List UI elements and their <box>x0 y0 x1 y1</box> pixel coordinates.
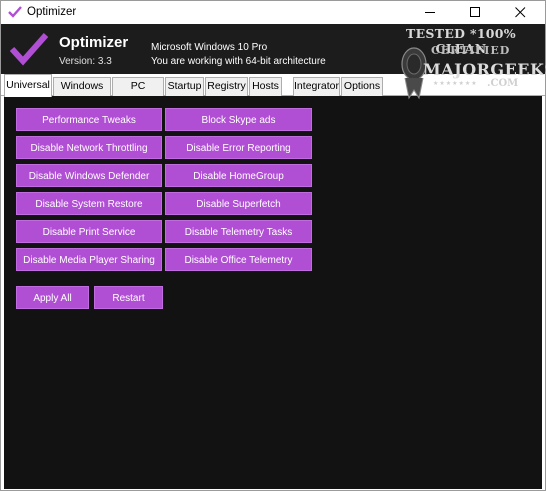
badge-certified-text: CERTIFIED <box>431 44 511 57</box>
disable-superfetch-button[interactable]: Disable Superfetch <box>165 192 312 215</box>
tab-hosts[interactable]: Hosts <box>249 77 282 96</box>
tab-windows-10[interactable]: Windows 10 <box>53 77 111 109</box>
universal-tab-panel: Performance Tweaks Disable Network Throt… <box>4 96 542 489</box>
maximize-button[interactable] <box>453 1 498 24</box>
window-title: Optimizer <box>27 6 77 18</box>
maximize-icon <box>470 7 480 17</box>
tab-startup[interactable]: Startup <box>165 77 204 96</box>
badge-com-text: .COM <box>487 78 519 89</box>
tab-universal[interactable]: Universal <box>4 74 52 97</box>
majorgeeks-badge: TESTED *100% CLEAN CERTIFIED MAJORGEEKS … <box>393 26 546 130</box>
disable-telemetry-tasks-button[interactable]: Disable Telemetry Tasks <box>165 220 312 243</box>
tab-registry[interactable]: Registry <box>205 77 248 96</box>
title-bar[interactable]: Optimizer <box>1 1 545 24</box>
performance-tweaks-button[interactable]: Performance Tweaks <box>16 108 162 131</box>
block-skype-ads-button[interactable]: Block Skype ads <box>165 108 312 131</box>
logo-check-icon <box>9 33 49 66</box>
minimize-button[interactable] <box>408 1 453 24</box>
app-name: Optimizer <box>59 34 129 51</box>
close-icon <box>515 7 526 18</box>
os-name: Microsoft Windows 10 Pro <box>151 42 268 53</box>
disable-print-service-button[interactable]: Disable Print Service <box>16 220 162 243</box>
app-check-icon <box>8 6 22 18</box>
apply-all-button[interactable]: Apply All <box>16 286 89 309</box>
tab-integrator[interactable]: Integrator <box>293 77 340 96</box>
badge-stars: ★★★★★★★ <box>433 81 478 87</box>
disable-windows-defender-button[interactable]: Disable Windows Defender <box>16 164 162 187</box>
badge-majorgeeks-text: MAJORGEEKS <box>423 60 546 79</box>
disable-error-reporting-button[interactable]: Disable Error Reporting <box>165 136 312 159</box>
disable-media-player-sharing-button[interactable]: Disable Media Player Sharing <box>16 248 162 271</box>
disable-system-restore-button[interactable]: Disable System Restore <box>16 192 162 215</box>
optimizer-window: Optimizer Optimizer Version: 3.3 Microso… <box>0 0 546 491</box>
disable-homegroup-button[interactable]: Disable HomeGroup <box>165 164 312 187</box>
tab-options[interactable]: Options <box>341 77 383 96</box>
minimize-icon <box>425 12 435 13</box>
architecture-info: You are working with 64-bit architecture <box>151 56 326 67</box>
app-version: Version: 3.3 <box>59 56 112 67</box>
disable-network-throttling-button[interactable]: Disable Network Throttling <box>16 136 162 159</box>
close-button[interactable] <box>498 1 543 24</box>
disable-office-telemetry-button[interactable]: Disable Office Telemetry <box>165 248 312 271</box>
restart-button[interactable]: Restart <box>94 286 163 309</box>
tab-pc-cleaner[interactable]: PC Cleaner <box>112 77 164 109</box>
